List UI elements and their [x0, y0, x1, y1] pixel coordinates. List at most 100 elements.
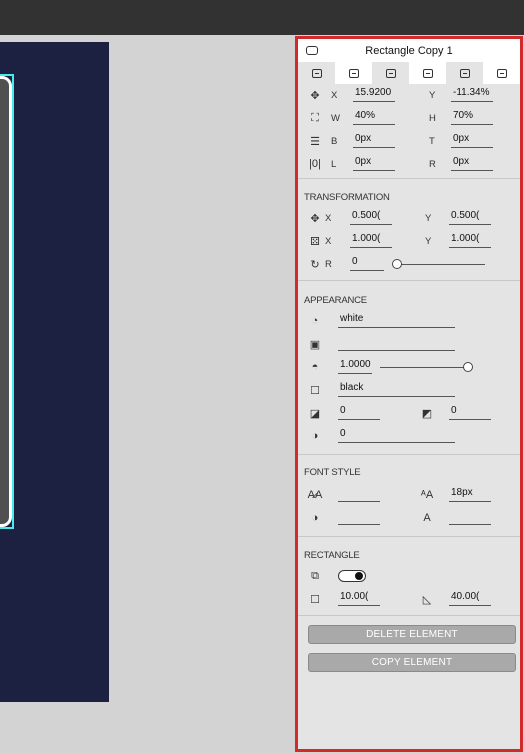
font-weight-input[interactable]: [449, 510, 491, 525]
l-label: L: [331, 159, 337, 170]
image-icon: ▣: [309, 338, 321, 351]
scale-x-input[interactable]: 1.000(: [350, 233, 392, 248]
font-color-icon: ◑: [311, 512, 319, 524]
font-row-1: A̷A ᴬA 18px: [298, 484, 520, 507]
opacity-slider-knob[interactable]: [463, 362, 473, 372]
position-row: ✥ X 15.9200 Y -11.34%: [298, 84, 520, 107]
appearance-section: APPEARANCE ◔ white ▣ ◓ 1.0000 ☐ black ◪ …: [298, 281, 520, 455]
align-bottom-icon: [496, 68, 507, 78]
canvas-area[interactable]: [0, 35, 296, 753]
x-input[interactable]: 15.9200: [353, 87, 395, 102]
bottom-input[interactable]: 0px: [353, 133, 395, 148]
translate-y-input[interactable]: 0.500(: [449, 210, 491, 225]
align-top-button[interactable]: [409, 62, 446, 84]
rotate-row: ↻ R 0: [298, 253, 520, 276]
shadow-row: ◪ 0 ◩ 0: [298, 402, 520, 425]
font-size-icon: ᴬA: [420, 489, 434, 501]
h-label: H: [429, 113, 436, 124]
radius-input[interactable]: 10.00(: [338, 591, 380, 606]
appearance-title: APPEARANCE: [304, 295, 367, 306]
rotate-icon: ↻: [310, 258, 320, 271]
align-right-icon: [385, 68, 396, 78]
rectangle-icon: [306, 46, 318, 55]
rectangle-shape[interactable]: [0, 76, 12, 527]
font-color-input[interactable]: [338, 510, 380, 525]
palette-icon: ◔: [311, 315, 319, 327]
font-row-2: ◑ A: [298, 507, 520, 530]
image-input[interactable]: [338, 336, 455, 351]
font-style-title: FONT STYLE: [304, 467, 361, 478]
toggle-knob: [355, 572, 363, 580]
opacity-icon: ◓: [311, 361, 319, 373]
rotate-slider-knob[interactable]: [392, 259, 402, 269]
top-input[interactable]: 0px: [451, 133, 493, 148]
scale-row: ⚄ X 1.000( Y 1.000(: [298, 230, 520, 253]
border-color-row: ☐ black: [298, 379, 520, 402]
border-icon: ☐: [310, 384, 320, 397]
translate-row: ✥ X 0.500( Y 0.500(: [298, 207, 520, 230]
square-icon: ☐: [310, 593, 320, 606]
align-right-button[interactable]: [372, 62, 409, 84]
shadow-blur-icon: ◩: [421, 407, 433, 420]
align-left-icon: [311, 68, 322, 78]
element-title: Rectangle Copy 1: [365, 44, 453, 57]
width-input[interactable]: 40%: [353, 110, 395, 125]
opacity-input[interactable]: 1.0000: [338, 359, 372, 374]
corner-icon: ◺: [422, 593, 432, 606]
align-center-h-icon: [348, 68, 359, 78]
properties-panel: Rectangle Copy 1 ✥ X 15.9200 Y -11.34% ⛶…: [295, 36, 523, 752]
transformation-section: TRANSFORMATION ✥ X 0.500( Y 0.500( ⚄ X 1…: [298, 179, 520, 281]
border-color-input[interactable]: black: [338, 382, 455, 397]
sy-label: Y: [425, 236, 432, 247]
layers-icon: ⧉: [311, 569, 319, 582]
align-left-button[interactable]: [298, 62, 335, 84]
t-label: T: [429, 136, 435, 147]
w-label: W: [331, 113, 340, 124]
font-size-input[interactable]: 18px: [449, 487, 491, 502]
rotate-input[interactable]: 0: [350, 256, 384, 271]
translate-x-input[interactable]: 0.500(: [350, 210, 392, 225]
align-bottom-button[interactable]: [483, 62, 520, 84]
corner-input[interactable]: 40.00(: [449, 591, 491, 606]
height-input[interactable]: 70%: [451, 110, 493, 125]
scale-icon: ⚄: [310, 235, 320, 248]
shadow-offset-icon: ◪: [309, 407, 321, 420]
blur-input[interactable]: 0: [338, 428, 455, 443]
rounded-toggle-row: ⧉: [298, 565, 520, 588]
shadow-x-input[interactable]: 0: [338, 405, 380, 420]
move-icon: ✥: [310, 89, 320, 102]
fill-color-input[interactable]: white: [338, 313, 455, 328]
r-label: R: [325, 259, 332, 270]
blur-row: ◑ 0: [298, 425, 520, 448]
align-middle-button[interactable]: [446, 62, 483, 84]
ty-label: Y: [425, 213, 432, 224]
align-center-h-button[interactable]: [335, 62, 372, 84]
y-input[interactable]: -11.34%: [451, 87, 493, 102]
delete-element-button[interactable]: DELETE ELEMENT: [308, 625, 516, 644]
fill-row: ◔ white: [298, 310, 520, 333]
alignment-toolbar: [298, 62, 520, 84]
selected-rectangle[interactable]: [0, 74, 14, 529]
radius-row: ☐ 10.00( ◺ 40.00(: [298, 588, 520, 611]
tx-label: X: [325, 213, 332, 224]
transformation-title: TRANSFORMATION: [304, 192, 390, 203]
left-input[interactable]: 0px: [353, 156, 395, 171]
font-family-input[interactable]: [338, 487, 380, 502]
rounded-toggle[interactable]: [338, 570, 366, 582]
artboard[interactable]: [0, 42, 109, 702]
copy-element-button[interactable]: COPY ELEMENT: [308, 653, 516, 672]
opacity-row: ◓ 1.0000: [298, 356, 520, 379]
font-style-section: FONT STYLE A̷A ᴬA 18px ◑ A: [298, 455, 520, 537]
shadow-y-input[interactable]: 0: [449, 405, 491, 420]
y-label: Y: [429, 90, 436, 101]
opacity-slider-track[interactable]: [380, 367, 468, 368]
top-toolbar: [0, 0, 524, 35]
right-input[interactable]: 0px: [451, 156, 493, 171]
position-section: ✥ X 15.9200 Y -11.34% ⛶ W 40% H 70% ☰ B …: [298, 62, 520, 179]
r-label: R: [429, 159, 436, 170]
b-label: B: [331, 136, 338, 147]
rotate-slider-track[interactable]: [395, 264, 485, 265]
rectangle-title: RECTANGLE: [304, 550, 360, 561]
scale-y-input[interactable]: 1.000(: [449, 233, 491, 248]
actions-area: DELETE ELEMENT COPY ELEMENT: [298, 616, 520, 696]
